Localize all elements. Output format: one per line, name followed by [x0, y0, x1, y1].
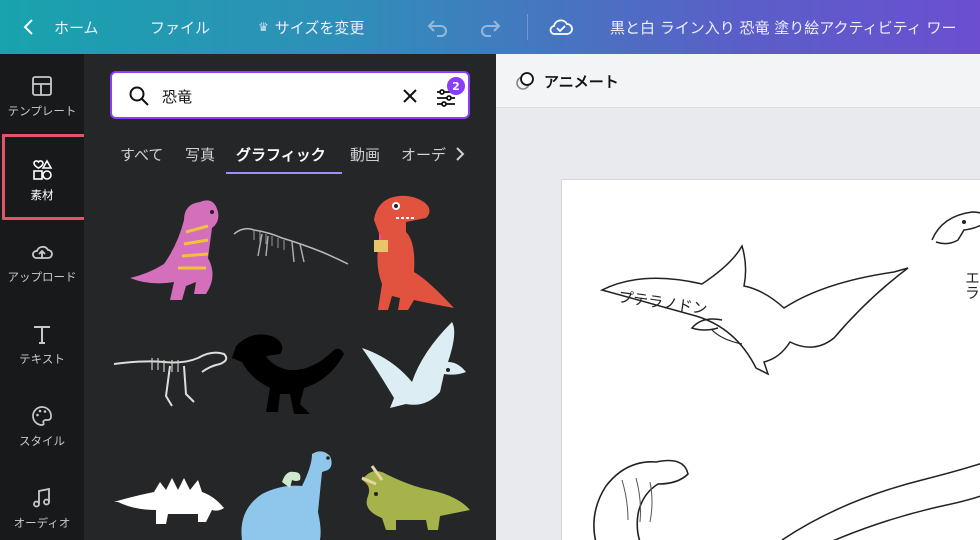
search-box: 2: [110, 71, 470, 119]
grid-item-dinosaur-skeleton[interactable]: [232, 214, 350, 274]
palette-icon: [32, 405, 52, 426]
rail-item-label: オーディオ: [13, 515, 71, 530]
grid-item-blue-brachiosaurus[interactable]: [236, 448, 354, 540]
tab-videos[interactable]: 動画: [350, 134, 380, 174]
cloud-saved-icon[interactable]: [548, 0, 574, 54]
search-icon: [129, 86, 149, 106]
back-chevron-icon[interactable]: [22, 0, 36, 54]
rail-item-audio[interactable]: オーディオ: [0, 468, 84, 540]
animate-label: アニメート: [544, 72, 619, 91]
crown-icon: ♛: [258, 20, 269, 34]
chevron-right-icon[interactable]: [454, 144, 466, 164]
redo-icon[interactable]: [478, 0, 502, 54]
document-title[interactable]: 黒と白 ライン入り 恐竜 塗り絵アクティビティ ワー: [610, 0, 957, 54]
upload-icon: [32, 245, 53, 259]
toolbar-divider: [527, 14, 528, 40]
canvas-area: アニメート プテラノドン エラ: [496, 54, 980, 540]
resize-label: サイズを変更: [274, 18, 365, 37]
active-tab-underline: [226, 172, 342, 174]
tab-all[interactable]: すべて: [120, 134, 163, 174]
search-input[interactable]: [162, 83, 392, 109]
elements-panel: 2 すべて 写真 グラフィック 動画 オーデ: [84, 54, 496, 540]
tab-audio[interactable]: オーデ: [401, 134, 449, 174]
close-icon[interactable]: [400, 86, 420, 106]
grid-item-pterodactyl[interactable]: [360, 318, 470, 430]
music-icon: [33, 487, 50, 507]
rail-item-label: テキスト: [19, 351, 65, 366]
text-icon: [34, 325, 50, 344]
tab-graphics[interactable]: グラフィック: [236, 134, 326, 174]
elements-highlight-box: [2, 134, 90, 220]
left-rail: テンプレート 素材 アップロード テキスト スタイル オーディオ: [0, 54, 84, 540]
grid-item-red-trex-with-cake[interactable]: [360, 188, 470, 312]
graphics-grid: [110, 186, 470, 540]
rail-item-label: スタイル: [19, 433, 65, 448]
resize-button[interactable]: ♛ サイズを変更: [258, 0, 364, 54]
filter-count-badge: 2: [447, 77, 465, 95]
design-page[interactable]: プテラノドン エラ: [562, 180, 980, 540]
grid-item-white-stegosaurus[interactable]: [112, 462, 228, 528]
home-button[interactable]: ホーム: [54, 0, 99, 54]
tab-photos[interactable]: 写真: [185, 134, 215, 174]
search-tabs: すべて 写真 グラフィック 動画 オーデ: [110, 134, 480, 174]
rail-item-uploads[interactable]: アップロード: [0, 222, 84, 302]
top-bar: ホーム ファイル ♛ サイズを変更 黒と白 ライン入り 恐竜 塗り絵アクティビテ…: [0, 0, 980, 54]
rail-item-label: アップロード: [7, 269, 77, 284]
side-label: エラ: [963, 270, 980, 300]
rail-item-templates[interactable]: テンプレート: [0, 56, 84, 136]
grid-item-triceratops[interactable]: [356, 462, 470, 532]
rail-item-text[interactable]: テキスト: [0, 304, 84, 384]
rail-item-label: テンプレート: [7, 103, 77, 118]
canvas-toolbar: アニメート: [496, 54, 980, 108]
grid-item-pink-dinosaur[interactable]: [120, 192, 230, 312]
file-menu[interactable]: ファイル: [150, 0, 210, 54]
rail-item-styles[interactable]: スタイル: [0, 386, 84, 466]
animate-icon: [516, 72, 534, 90]
dinosaur-line-art: [593, 211, 980, 540]
undo-icon[interactable]: [426, 0, 450, 54]
grid-item-black-trex-silhouette[interactable]: [232, 326, 350, 422]
template-icon: [32, 75, 52, 96]
grid-item-trex-skeleton[interactable]: [112, 336, 232, 416]
animate-button[interactable]: アニメート: [514, 68, 619, 94]
